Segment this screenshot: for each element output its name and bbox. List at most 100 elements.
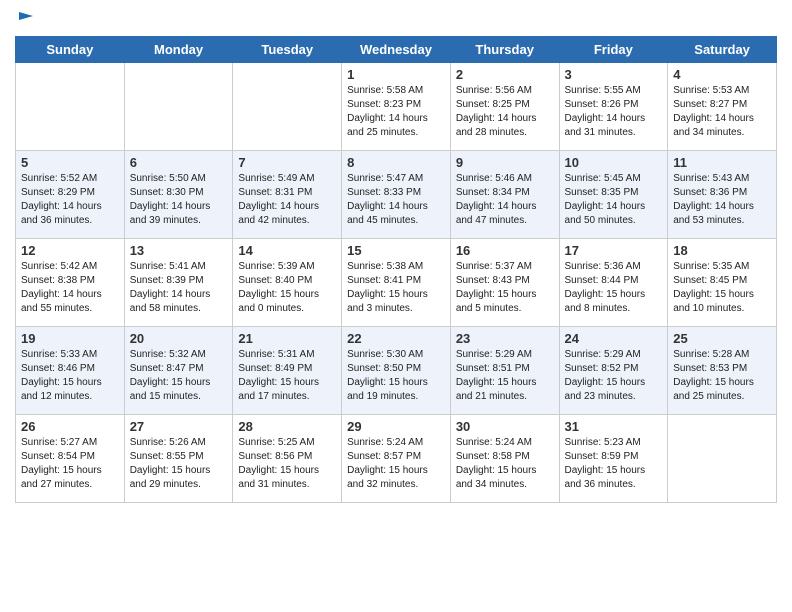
day-number: 3 [565,67,663,82]
calendar-cell: 17 Sunrise: 5:36 AMSunset: 8:44 PMDayligh… [559,239,668,327]
calendar-cell: 9Sunrise: 5:46 AMSunset: 8:34 PMDaylight… [450,151,559,239]
day-number: 7 [238,155,336,170]
calendar-cell: 21 Sunrise: 5:31 AMSunset: 8:49 PMDayligh… [233,327,342,415]
logo [15,10,35,28]
weekday-header-monday: Monday [124,37,233,63]
day-info: Sunrise: 5:33 AMSunset: 8:46 PMDaylight:… [21,348,119,404]
calendar-cell: 8 Sunrise: 5:47 AMSunset: 8:33 PMDaylight… [342,151,451,239]
day-number: 25 [673,331,771,346]
calendar-cell: 23 Sunrise: 5:29 AMSunset: 8:51 PMDayligh… [450,327,559,415]
calendar-cell: 24 Sunrise: 5:29 AMSunset: 8:52 PMDayligh… [559,327,668,415]
calendar-cell: 11Sunrise: 5:43 AMSunset: 8:36 PMDayligh… [668,151,777,239]
day-number: 26 [21,419,119,434]
calendar-cell: 26Sunrise: 5:27 AMSunset: 8:54 PMDayligh… [16,415,125,503]
day-info: Sunrise: 5:39 AMSunset: 8:40 PMDaylight:… [238,260,336,316]
day-number: 15 [347,243,445,258]
calendar-cell [668,415,777,503]
calendar-week-row: 19 Sunrise: 5:33 AMSunset: 8:46 PMDayligh… [16,327,777,415]
day-info: Sunrise: 5:49 AMSunset: 8:31 PMDaylight:… [238,172,336,228]
day-number: 24 [565,331,663,346]
day-info: Sunrise: 5:56 AMSunset: 8:25 PMDaylight:… [456,84,554,140]
calendar-cell: 7 Sunrise: 5:49 AMSunset: 8:31 PMDaylight… [233,151,342,239]
weekday-header-saturday: Saturday [668,37,777,63]
day-number: 23 [456,331,554,346]
day-info: Sunrise: 5:36 AMSunset: 8:44 PMDaylight:… [565,260,663,316]
day-number: 21 [238,331,336,346]
day-number: 13 [130,243,228,258]
calendar-cell [124,63,233,151]
calendar-cell: 18Sunrise: 5:35 AMSunset: 8:45 PMDayligh… [668,239,777,327]
calendar-cell: 12 Sunrise: 5:42 AMSunset: 8:38 PMDayligh… [16,239,125,327]
day-number: 17 [565,243,663,258]
day-info: Sunrise: 5:41 AMSunset: 8:39 PMDaylight:… [130,260,228,316]
day-info: Sunrise: 5:25 AMSunset: 8:56 PMDaylight:… [238,436,336,492]
calendar-cell: 3 Sunrise: 5:55 AMSunset: 8:26 PMDaylight… [559,63,668,151]
day-info: Sunrise: 5:29 AMSunset: 8:51 PMDaylight:… [456,348,554,404]
day-info: Sunrise: 5:26 AMSunset: 8:55 PMDaylight:… [130,436,228,492]
day-info: Sunrise: 5:58 AMSunset: 8:23 PMDaylight:… [347,84,445,140]
day-info: Sunrise: 5:24 AMSunset: 8:57 PMDaylight:… [347,436,445,492]
day-number: 29 [347,419,445,434]
day-number: 12 [21,243,119,258]
day-number: 22 [347,331,445,346]
day-info: Sunrise: 5:31 AMSunset: 8:49 PMDaylight:… [238,348,336,404]
calendar-cell: 22 Sunrise: 5:30 AMSunset: 8:50 PMDayligh… [342,327,451,415]
day-number: 5 [21,155,119,170]
logo-flag-icon [17,10,35,28]
day-number: 4 [673,67,771,82]
day-info: Sunrise: 5:55 AMSunset: 8:26 PMDaylight:… [565,84,663,140]
weekday-header-thursday: Thursday [450,37,559,63]
day-info: Sunrise: 5:38 AMSunset: 8:41 PMDaylight:… [347,260,445,316]
calendar-cell: 29 Sunrise: 5:24 AMSunset: 8:57 PMDayligh… [342,415,451,503]
day-number: 16 [456,243,554,258]
day-number: 11 [673,155,771,170]
day-number: 19 [21,331,119,346]
weekday-header-sunday: Sunday [16,37,125,63]
day-info: Sunrise: 5:28 AMSunset: 8:53 PMDaylight:… [673,348,771,404]
day-number: 18 [673,243,771,258]
weekday-header-row: SundayMondayTuesdayWednesdayThursdayFrid… [16,37,777,63]
calendar-cell: 28 Sunrise: 5:25 AMSunset: 8:56 PMDayligh… [233,415,342,503]
calendar-cell: 19 Sunrise: 5:33 AMSunset: 8:46 PMDayligh… [16,327,125,415]
day-number: 20 [130,331,228,346]
day-info: Sunrise: 5:47 AMSunset: 8:33 PMDaylight:… [347,172,445,228]
day-number: 6 [130,155,228,170]
day-info: Sunrise: 5:24 AMSunset: 8:58 PMDaylight:… [456,436,554,492]
day-number: 2 [456,67,554,82]
weekday-header-tuesday: Tuesday [233,37,342,63]
calendar-week-row: 12 Sunrise: 5:42 AMSunset: 8:38 PMDayligh… [16,239,777,327]
day-number: 9 [456,155,554,170]
day-info: Sunrise: 5:29 AMSunset: 8:52 PMDaylight:… [565,348,663,404]
calendar-cell: 20Sunrise: 5:32 AMSunset: 8:47 PMDayligh… [124,327,233,415]
day-info: Sunrise: 5:45 AMSunset: 8:35 PMDaylight:… [565,172,663,228]
day-number: 14 [238,243,336,258]
calendar-cell: 4 Sunrise: 5:53 AMSunset: 8:27 PMDaylight… [668,63,777,151]
day-info: Sunrise: 5:37 AMSunset: 8:43 PMDaylight:… [456,260,554,316]
day-info: Sunrise: 5:50 AMSunset: 8:30 PMDaylight:… [130,172,228,228]
weekday-header-wednesday: Wednesday [342,37,451,63]
day-number: 27 [130,419,228,434]
calendar-cell: 15 Sunrise: 5:38 AMSunset: 8:41 PMDayligh… [342,239,451,327]
calendar-cell: 31Sunrise: 5:23 AMSunset: 8:59 PMDayligh… [559,415,668,503]
calendar-cell: 5Sunrise: 5:52 AMSunset: 8:29 PMDaylight… [16,151,125,239]
calendar-cell: 14 Sunrise: 5:39 AMSunset: 8:40 PMDayligh… [233,239,342,327]
day-info: Sunrise: 5:53 AMSunset: 8:27 PMDaylight:… [673,84,771,140]
day-info: Sunrise: 5:42 AMSunset: 8:38 PMDaylight:… [21,260,119,316]
calendar-week-row: 5Sunrise: 5:52 AMSunset: 8:29 PMDaylight… [16,151,777,239]
calendar-cell: 30 Sunrise: 5:24 AMSunset: 8:58 PMDayligh… [450,415,559,503]
calendar-week-row: 26Sunrise: 5:27 AMSunset: 8:54 PMDayligh… [16,415,777,503]
calendar-cell [233,63,342,151]
day-number: 8 [347,155,445,170]
calendar-cell: 6 Sunrise: 5:50 AMSunset: 8:30 PMDaylight… [124,151,233,239]
calendar-cell: 2 Sunrise: 5:56 AMSunset: 8:25 PMDaylight… [450,63,559,151]
calendar-cell: 13 Sunrise: 5:41 AMSunset: 8:39 PMDayligh… [124,239,233,327]
day-info: Sunrise: 5:30 AMSunset: 8:50 PMDaylight:… [347,348,445,404]
calendar-cell: 16 Sunrise: 5:37 AMSunset: 8:43 PMDayligh… [450,239,559,327]
day-number: 10 [565,155,663,170]
day-number: 28 [238,419,336,434]
calendar-cell: 25 Sunrise: 5:28 AMSunset: 8:53 PMDayligh… [668,327,777,415]
weekday-header-friday: Friday [559,37,668,63]
page: SundayMondayTuesdayWednesdayThursdayFrid… [0,0,792,612]
calendar-week-row: 1Sunrise: 5:58 AMSunset: 8:23 PMDaylight… [16,63,777,151]
day-number: 30 [456,419,554,434]
